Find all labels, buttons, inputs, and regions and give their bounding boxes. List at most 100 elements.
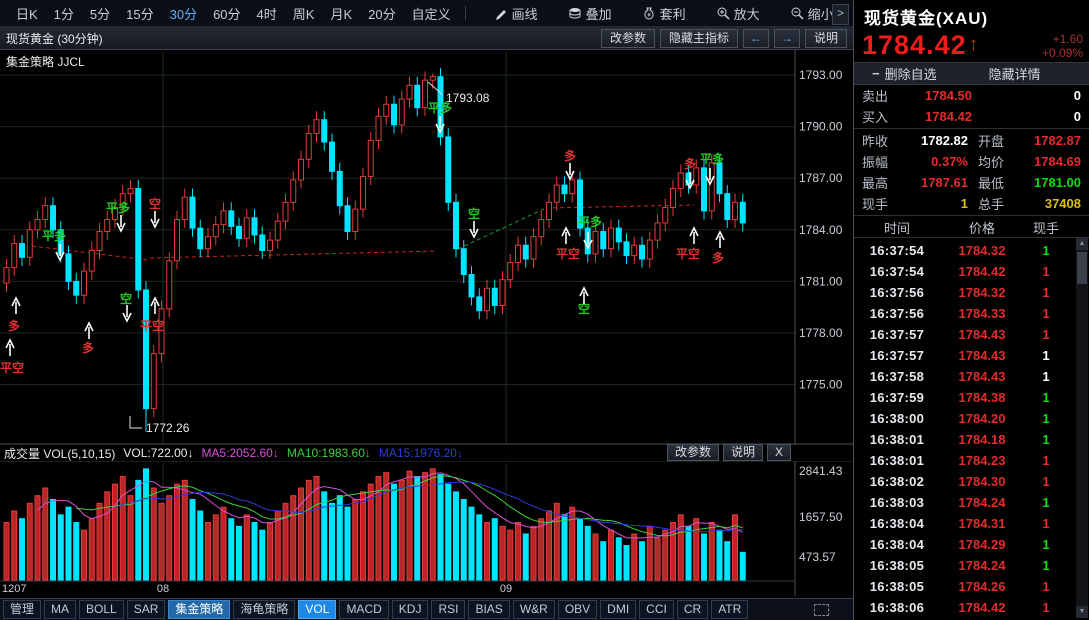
tool-放大[interactable]: 放大 [708,2,768,25]
indicator-tab-VOL[interactable]: VOL [298,600,336,619]
indicator-tab-OBV[interactable]: OBV [558,600,597,619]
tool-叠加[interactable]: 叠加 [560,2,620,25]
tool-label: 画线 [512,4,538,23]
quote-size: 0 [1074,109,1081,124]
tick-price: 1784.18 [940,432,1024,447]
tick-time: 16:37:57 [854,327,940,342]
scroll-up-icon[interactable]: ▲ [1076,238,1088,250]
tick-time: 16:37:59 [854,390,940,405]
tick-row: 16:37:541784.321 [854,240,1076,261]
tick-volume: 1 [1024,285,1068,300]
indicator-tab-ATR[interactable]: ATR [711,600,748,619]
tick-price: 1784.26 [940,579,1024,594]
zoom-in-icon [716,6,730,20]
svg-text:空: 空 [149,196,161,211]
period-tab-20分[interactable]: 20分 [360,2,403,25]
period-tab-60分[interactable]: 60分 [205,2,248,25]
tick-price: 1784.43 [940,327,1024,342]
period-tab-4时[interactable]: 4时 [249,2,285,25]
svg-text:1657.50: 1657.50 [799,510,843,524]
tool-label: 叠加 [586,4,612,23]
hide-details-button[interactable]: 隐藏详情 [989,64,1041,83]
svg-text:1775.00: 1775.00 [799,378,843,392]
quote-value: 1784.50 [896,88,972,103]
scrollbar-thumb[interactable] [1077,252,1087,284]
svg-text:1790.00: 1790.00 [799,120,843,134]
toolbar-tools: 画线叠加¥套利放大缩小 [472,2,842,25]
chart-btn-隐藏主指标[interactable]: 隐藏主指标 [660,29,738,48]
tick-time: 16:38:05 [854,579,940,594]
period-tab-1分[interactable]: 1分 [46,2,82,25]
tick-price: 1784.24 [940,495,1024,510]
delete-watchlist-button[interactable]: − 删除自选 [872,64,937,83]
chart-btn-说明[interactable]: 说明 [805,29,847,48]
svg-text:多: 多 [82,340,94,355]
indicator-tab-BIAS[interactable]: BIAS [468,600,509,619]
scroll-down-icon[interactable]: ▼ [1076,606,1088,618]
svg-text:空: 空 [120,291,132,306]
tick-time: 16:37:54 [854,264,940,279]
tick-price: 1784.20 [940,411,1024,426]
tick-price: 1784.30 [940,474,1024,489]
pencil-icon [494,6,508,20]
indicator-tab-RSI[interactable]: RSI [431,600,465,619]
tick-row: 16:38:041784.291 [854,534,1076,555]
indicator-tab-集金策略[interactable]: 集金策略 [168,600,230,619]
layout-icon[interactable] [814,604,829,616]
indicator-tab-BOLL[interactable]: BOLL [79,600,124,619]
quote-value: 1784.42 [896,109,972,124]
tick-volume: 1 [1024,306,1068,321]
tick-time: 16:37:58 [854,369,940,384]
candlestick-chart[interactable]: 1793.001790.001787.001784.001781.001778.… [0,50,853,596]
tick-scrollbar[interactable]: ▲ ▼ [1076,238,1088,618]
period-tab-30分[interactable]: 30分 [162,2,205,25]
tool-套利[interactable]: ¥套利 [634,2,694,25]
tick-price: 1784.43 [940,348,1024,363]
period-tab-自定义[interactable]: 自定义 [404,2,459,25]
volume-title: 成交量 VOL(5,10,15) [4,445,115,462]
volume-btn-X[interactable]: X [767,444,791,461]
indicator-tab-管理[interactable]: 管理 [3,600,41,619]
tick-price: 1784.42 [940,264,1024,279]
indicator-tab-SAR[interactable]: SAR [127,600,166,619]
indicator-tab-CCI[interactable]: CCI [639,600,674,619]
tick-price: 1784.29 [940,537,1024,552]
chart-btn-改参数[interactable]: 改参数 [601,29,655,48]
period-tab-5分[interactable]: 5分 [82,2,118,25]
indicator-tabbar: 管理MABOLLSAR集金策略海龟策略VOLMACDKDJRSIBIASW&RO… [0,598,853,620]
tick-time: 16:38:01 [854,432,940,447]
tick-volume: 1 [1024,348,1068,363]
chart-btn-←[interactable]: ← [743,29,769,48]
indicator-tab-MACD[interactable]: MACD [339,600,388,619]
tick-volume: 1 [1024,411,1068,426]
period-tab-日K[interactable]: 日K [8,2,46,25]
tick-price: 1784.31 [940,516,1024,531]
detail-row: 最高1787.61最低1781.00 [854,172,1089,193]
detail-value: 1782.87 [1012,133,1081,148]
chart-btn-→[interactable]: → [774,29,800,48]
tick-row: 16:37:571784.431 [854,324,1076,345]
indicator-tab-W&R[interactable]: W&R [513,600,555,619]
period-tab-月K[interactable]: 月K [322,2,360,25]
indicator-tab-MA[interactable]: MA [44,600,76,619]
chart-title: 现货黄金 (30分钟) [6,30,103,47]
quote-row-卖出: 卖出1784.500 [854,85,1089,106]
tick-table: 16:37:541784.32116:37:541784.42116:37:56… [854,240,1076,618]
toolbar-expand-button[interactable]: > [832,4,849,25]
volume-header: 成交量 VOL(5,10,15) VOL:722.00↓ MA5:2052.60… [0,445,853,461]
svg-text:08: 08 [157,583,169,595]
indicator-tab-KDJ[interactable]: KDJ [392,600,429,619]
svg-text:平多: 平多 [578,214,602,229]
svg-text:1787.00: 1787.00 [799,171,843,185]
period-tab-15分[interactable]: 15分 [118,2,161,25]
tool-画线[interactable]: 画线 [486,2,546,25]
period-tab-周K[interactable]: 周K [285,2,323,25]
indicator-tab-DMI[interactable]: DMI [600,600,636,619]
volume-btn-说明[interactable]: 说明 [723,444,763,461]
detail-value: 1782.82 [896,133,968,148]
tick-volume: 1 [1024,264,1068,279]
bid-ask-rows: 卖出1784.500买入1784.420 [854,85,1089,127]
indicator-tab-CR[interactable]: CR [677,600,708,619]
volume-btn-改参数[interactable]: 改参数 [667,444,719,461]
indicator-tab-海龟策略[interactable]: 海龟策略 [233,600,295,619]
